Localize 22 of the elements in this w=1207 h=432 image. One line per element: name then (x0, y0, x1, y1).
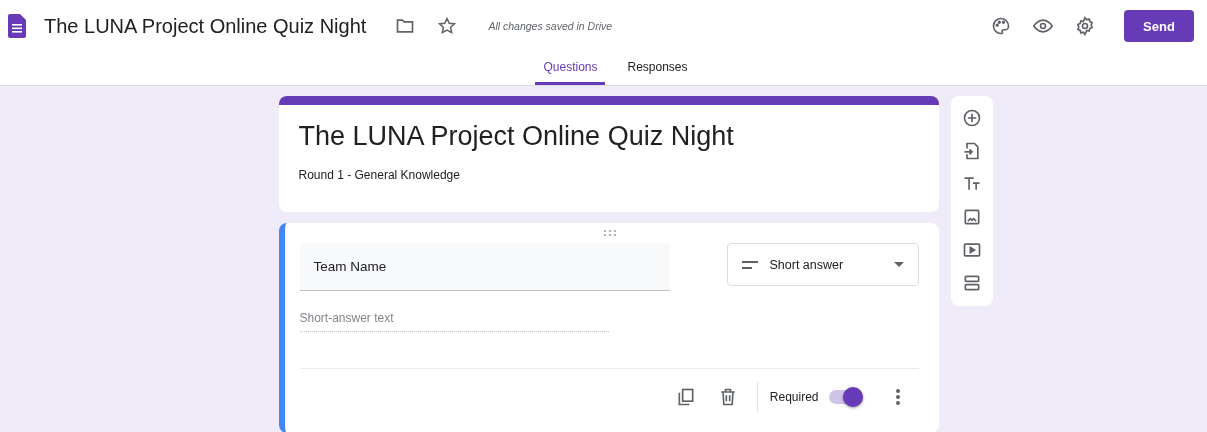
dropdown-caret-icon (893, 262, 904, 267)
save-status: All changes saved in Drive (488, 20, 613, 32)
short-answer-field[interactable]: Short-answer text (299, 311, 609, 332)
send-button[interactable]: Send (1124, 10, 1194, 42)
star-icon[interactable] (436, 15, 459, 37)
tab[interactable]: Responses (619, 52, 696, 85)
form-title[interactable]: The LUNA Project Online Quiz Night (298, 121, 919, 152)
palette-icon[interactable] (990, 15, 1012, 37)
section-icon (961, 273, 982, 293)
add-circle-icon (961, 108, 982, 128)
forms-logo-icon[interactable] (8, 14, 26, 38)
settings-icon[interactable] (1074, 15, 1096, 37)
question-type-dropdown[interactable]: Short answer (726, 243, 919, 286)
video-icon (961, 240, 982, 260)
drag-handle-icon[interactable] (602, 229, 617, 237)
required-label: Required (769, 389, 819, 404)
tab[interactable]: Questions (535, 52, 606, 85)
form-description[interactable]: Round 1 - General Knowledge (298, 168, 919, 182)
short-text-icon (741, 260, 758, 269)
required-toggle[interactable] (828, 389, 863, 404)
document-title[interactable]: The LUNA Project Online Quiz Night (44, 14, 367, 38)
question-title-field[interactable]: Team Name (299, 243, 670, 291)
